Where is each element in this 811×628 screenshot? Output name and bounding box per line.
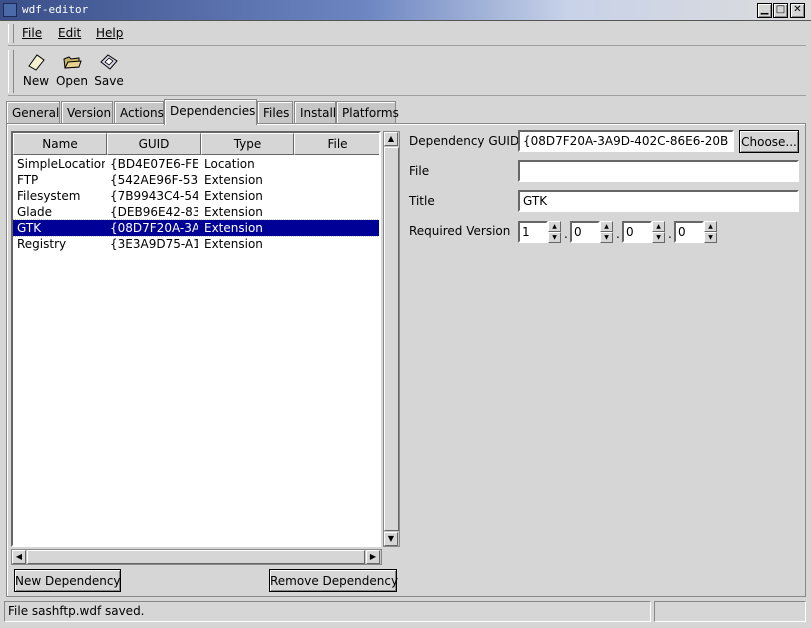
tab-install[interactable]: Install [294, 101, 336, 124]
minimize-button[interactable]: ▁ [757, 3, 772, 18]
open-button[interactable]: Open [52, 52, 92, 88]
version-major-value[interactable]: 1 [518, 221, 548, 243]
tab-actions[interactable]: Actions [114, 101, 164, 124]
dependency-list[interactable]: Name GUID Type File SimpleLocation {BD4E… [11, 131, 381, 547]
version-separator: . [616, 227, 620, 241]
file-label: File [409, 164, 430, 178]
dependency-guid-field[interactable]: {08D7F20A-3A9D-402C-86E6-20B [518, 130, 734, 152]
window-menu-icon[interactable] [3, 3, 17, 17]
vertical-scroll-thumb[interactable] [384, 147, 399, 531]
toolbar-grip-handle[interactable] [8, 50, 14, 93]
spin-up-icon[interactable]: ▲ [652, 221, 665, 232]
title-bar: wdf-editor ▁ □ ✕ [0, 0, 811, 21]
column-header-type[interactable]: Type [201, 133, 294, 155]
tab-platforms[interactable]: Platforms [336, 101, 399, 124]
tab-dependencies[interactable]: Dependencies [164, 99, 257, 125]
table-row[interactable]: Registry {3E3A9D75-A1 Extension [13, 236, 379, 252]
spin-down-icon[interactable]: ▼ [704, 232, 717, 243]
spin-up-icon[interactable]: ▲ [704, 221, 717, 232]
spin-up-icon[interactable]: ▲ [600, 221, 613, 232]
remove-dependency-button[interactable]: Remove Dependency [269, 569, 398, 592]
file-field[interactable] [518, 160, 799, 182]
scroll-left-button[interactable]: ◀ [12, 550, 26, 564]
menu-edit[interactable]: Edit [58, 26, 81, 40]
horizontal-scroll-thumb[interactable] [27, 550, 365, 564]
list-horizontal-scrollbar[interactable]: ◀ ▶ [11, 549, 382, 565]
menubar-grip-handle[interactable] [8, 24, 14, 43]
status-secondary [654, 601, 806, 622]
tab-version[interactable]: Version [61, 101, 113, 124]
save-button[interactable]: Save [89, 52, 129, 88]
list-vertical-scrollbar[interactable]: ▲ ▼ [383, 131, 400, 547]
menu-bar: File Edit Help [8, 22, 806, 46]
version-micro-value[interactable]: 0 [622, 221, 652, 243]
tab-general[interactable]: General [6, 101, 60, 124]
menu-help[interactable]: Help [96, 26, 123, 40]
table-row[interactable]: Glade {DEB96E42-83 Extension [13, 204, 379, 220]
dependency-guid-label: Dependency GUID [409, 134, 520, 148]
spin-down-icon[interactable]: ▼ [600, 232, 613, 243]
column-header-guid[interactable]: GUID [107, 133, 201, 155]
version-minor-value[interactable]: 0 [570, 221, 600, 243]
table-row[interactable]: SimpleLocation {BD4E07E6-FE Location [13, 156, 379, 172]
column-header-name[interactable]: Name [13, 133, 107, 155]
scroll-down-button[interactable]: ▼ [384, 532, 398, 546]
window-title: wdf-editor [22, 3, 89, 16]
column-header-file[interactable]: File [294, 133, 379, 155]
maximize-button[interactable]: □ [773, 3, 788, 18]
new-button[interactable]: New [16, 52, 56, 88]
choose-button[interactable]: Choose... [739, 130, 799, 153]
required-version-label: Required Version [409, 224, 511, 238]
close-button[interactable]: ✕ [790, 3, 805, 18]
spin-down-icon[interactable]: ▼ [652, 232, 665, 243]
scroll-right-button[interactable]: ▶ [366, 550, 380, 564]
status-bar: File sashftp.wdf saved. [4, 601, 807, 623]
table-row-selected[interactable]: GTK {08D7F20A-3A Extension [13, 219, 379, 237]
status-message: File sashftp.wdf saved. [4, 601, 651, 622]
title-field[interactable]: GTK [518, 190, 799, 212]
tab-files[interactable]: Files [257, 101, 293, 124]
new-file-icon [28, 54, 45, 71]
version-build-value[interactable]: 0 [674, 221, 704, 243]
version-separator: . [668, 227, 672, 241]
spin-up-icon[interactable]: ▲ [548, 221, 561, 232]
title-label: Title [409, 194, 435, 208]
tab-bar: General Version Actions Dependencies Fil… [6, 99, 806, 125]
scroll-up-button[interactable]: ▲ [384, 132, 398, 146]
toolbar: New Open Save [8, 48, 806, 96]
save-disk-icon [100, 54, 118, 70]
version-separator: . [564, 227, 568, 241]
open-folder-icon [63, 56, 82, 69]
menu-file[interactable]: File [22, 26, 42, 40]
table-row[interactable]: FTP {542AE96F-53 Extension [13, 172, 379, 188]
new-dependency-button[interactable]: New Dependency [14, 569, 121, 592]
spin-down-icon[interactable]: ▼ [548, 232, 561, 243]
table-row[interactable]: Filesystem {7B9943C4-54 Extension [13, 188, 379, 204]
